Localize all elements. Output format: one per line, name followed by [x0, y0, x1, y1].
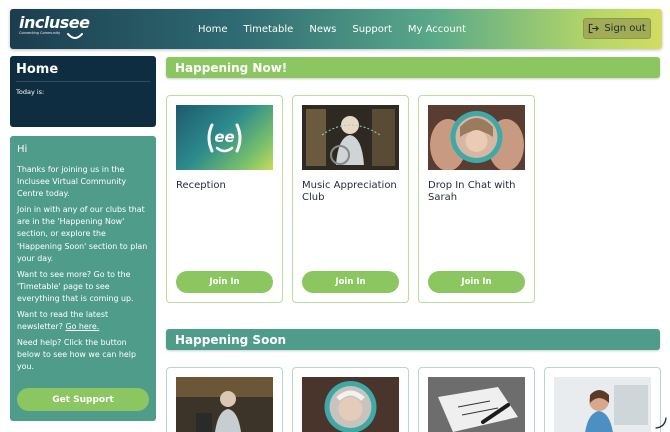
card-title: Music Appreciation Club: [302, 180, 397, 203]
music-club-image: [302, 105, 399, 170]
soon-event-image: [428, 377, 525, 432]
svg-text:ee: ee: [214, 128, 234, 146]
home-panel: Home Today is:: [10, 56, 156, 127]
top-header: inclusee Connecting Community Home Timet…: [10, 9, 662, 49]
drop-in-chat-image: [428, 105, 525, 170]
welcome-panel: Hi Thanks for joining us in the Inclusee…: [10, 136, 156, 421]
nav-timetable[interactable]: Timetable: [244, 24, 294, 35]
sign-out-label: Sign out: [604, 23, 646, 34]
join-in-button[interactable]: Join In: [428, 271, 525, 293]
event-card-music-appreciation: Music Appreciation Club Join In: [292, 95, 409, 303]
happening-soon-heading: Happening Soon: [166, 329, 660, 350]
soon-card-2[interactable]: [292, 367, 409, 432]
main-nav: Home Timetable News Support My Account: [198, 9, 482, 49]
logo-wordmark: inclusee: [19, 13, 90, 32]
welcome-text: Thanks for joining us in the Inclusee Vi…: [17, 165, 127, 199]
card-title: Drop In Chat with Sarah: [428, 180, 516, 203]
soon-event-image: [176, 377, 273, 432]
get-support-button[interactable]: Get Support: [17, 388, 149, 411]
sign-out-button[interactable]: Sign out: [583, 18, 651, 39]
nav-news[interactable]: News: [309, 24, 336, 35]
timetable-text: Want to see more? Go to the 'Timetable' …: [17, 269, 134, 303]
soon-card-4[interactable]: [544, 367, 661, 432]
newsletter-link[interactable]: Go here.: [65, 322, 99, 331]
today-label: Today is:: [16, 88, 45, 96]
soon-card-1[interactable]: [166, 367, 283, 432]
nav-home[interactable]: Home: [198, 24, 228, 35]
newsletter-text: Want to read the latest newsletter? Go h…: [17, 309, 149, 333]
inclusee-logo[interactable]: inclusee Connecting Community: [19, 13, 90, 45]
home-title: Home: [16, 62, 150, 82]
event-card-reception: ee Reception Join In: [166, 95, 283, 303]
greeting: Hi: [17, 144, 28, 155]
reception-image: ee: [176, 105, 273, 170]
soon-event-image: [302, 377, 399, 432]
nav-support[interactable]: Support: [352, 24, 392, 35]
clubs-text: Join in with any of our clubs that are i…: [17, 205, 148, 263]
happening-now-heading: Happening Now!: [166, 57, 660, 78]
ee-logo-icon: ee: [207, 123, 242, 153]
card-title: Reception: [176, 180, 226, 191]
soon-event-image: [554, 377, 651, 432]
sign-out-icon: [589, 23, 600, 34]
soon-card-3[interactable]: [418, 367, 535, 432]
join-in-button[interactable]: Join In: [302, 271, 399, 293]
join-in-button[interactable]: Join In: [176, 271, 273, 293]
loading-spinner-icon: [655, 417, 667, 429]
logo-smile-icon: [67, 33, 83, 39]
event-card-drop-in-chat: Drop In Chat with Sarah Join In: [418, 95, 535, 303]
nav-my-account[interactable]: My Account: [408, 24, 466, 35]
help-text: Need help? Click the button below to see…: [17, 338, 136, 372]
